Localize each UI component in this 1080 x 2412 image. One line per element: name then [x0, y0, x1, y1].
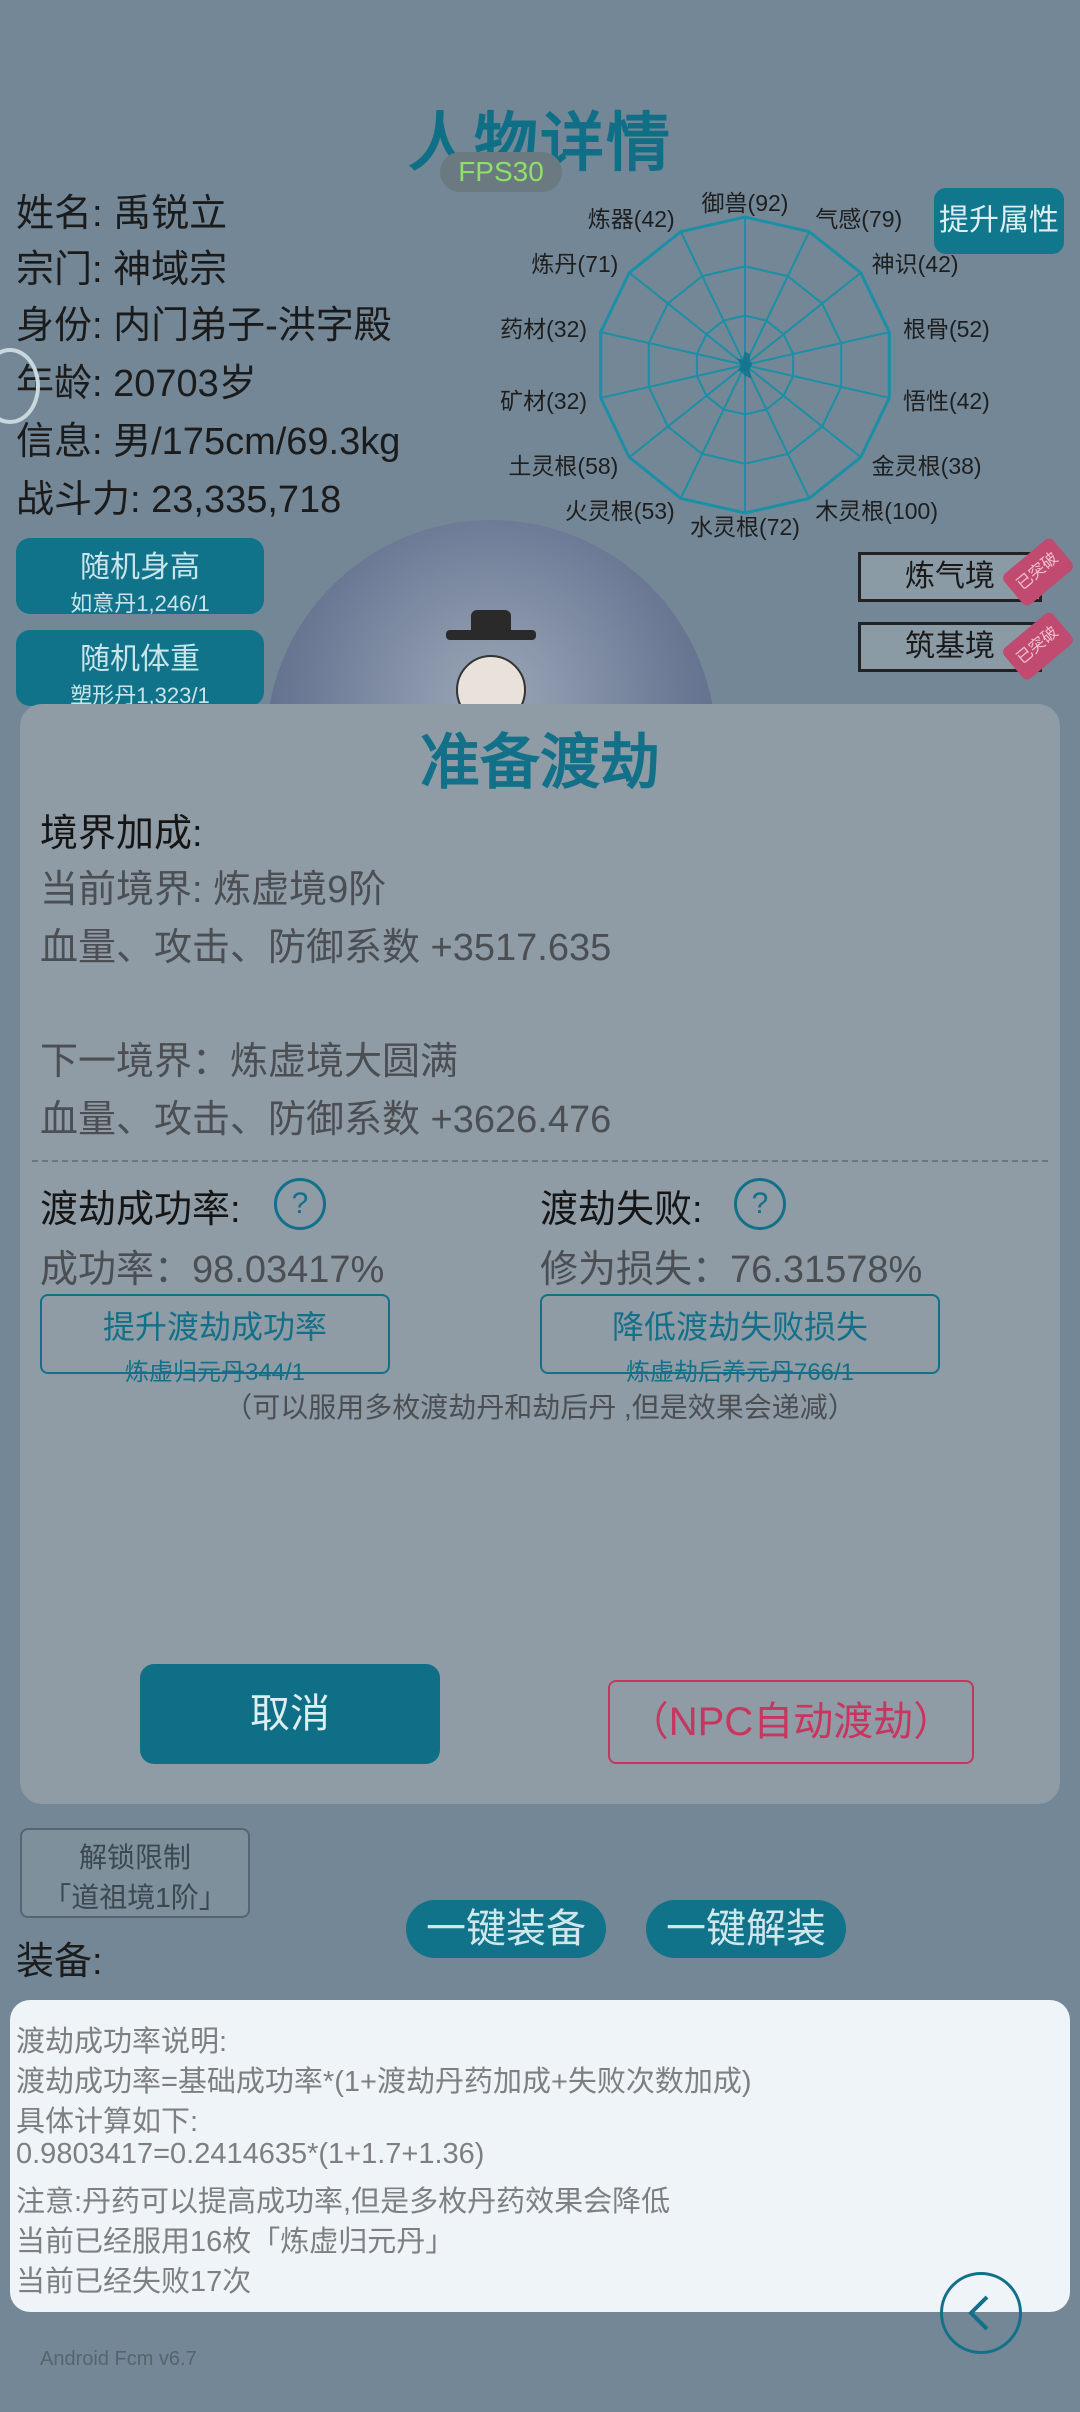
character-name: 姓名: 禹锐立	[16, 193, 228, 235]
radar-axis-label: 根骨(52)	[903, 316, 990, 342]
radar-axis-label: 火灵根(53)	[565, 498, 675, 524]
equip-all-button[interactable]: 一键装备	[406, 1900, 606, 1958]
version-label: Android Fcm v6.7	[40, 2348, 197, 2370]
radar-axis-label: 悟性(42)	[903, 388, 990, 414]
radar-axis-label: 土灵根(58)	[508, 453, 618, 479]
unequip-all-button[interactable]: 一键解装	[646, 1900, 846, 1958]
radar-spoke	[679, 364, 746, 499]
current-realm: 当前境界: 炼虚境9阶	[40, 869, 387, 911]
reduce-loss-button[interactable]: 降低渡劫失败损失 炼虚劫后养元丹766/1	[540, 1294, 940, 1386]
boost-success-label: 提升渡劫成功率	[102, 1309, 327, 1345]
radar-axis-label: 药材(32)	[500, 316, 587, 342]
modal-title: 准备渡劫	[420, 729, 660, 796]
failure-heading: 渡劫失败:	[540, 1189, 703, 1231]
unlock-limit-requirement: 「道祖境1阶」	[43, 1882, 227, 1913]
character-sect: 宗门: 神域宗	[16, 249, 228, 291]
character-age: 年龄: 20703岁	[16, 363, 257, 405]
character-identity: 身份: 内门弟子-洪字殿	[16, 305, 392, 347]
tooltip-line: 当前已经失败17次	[16, 2266, 252, 2298]
unlock-limit-label: 解锁限制	[78, 1842, 191, 1873]
fps-counter: FPS30	[440, 152, 562, 192]
random-height-cost: 如意丹1,246/1	[70, 591, 210, 616]
next-realm: 下一境界：炼虚境大圆满	[40, 1041, 459, 1083]
success-rate-tooltip: 渡劫成功率说明: 渡劫成功率=基础成功率*(1+渡劫丹药加成+失败次数加成) 具…	[10, 2000, 1070, 2312]
reduce-loss-label: 降低渡劫失败损失	[611, 1309, 868, 1345]
attribute-radar-chart: 御兽(92) 气感(79) 神识(42) 根骨(52) 悟性(42) 金灵根(38) 木灵根…	[500, 190, 990, 540]
random-height-label: 随机身高	[80, 551, 200, 584]
realm-bonus-heading: 境界加成:	[40, 813, 203, 855]
boost-success-button[interactable]: 提升渡劫成功率 炼虚归元丹344/1	[40, 1294, 390, 1386]
combat-power: 战斗力: 23,335,718	[16, 479, 342, 521]
random-weight-label: 随机体重	[80, 643, 200, 676]
random-height-button[interactable]: 随机身高 如意丹1,246/1	[16, 538, 264, 616]
next-realm-bonus: 血量、攻击、防御系数 +3626.476	[40, 1099, 612, 1141]
radar-spoke	[744, 231, 811, 366]
failure-loss-value: 修为损失：76.31578%	[540, 1249, 923, 1291]
tooltip-line: 具体计算如下:	[16, 2106, 199, 2138]
tooltip-line: 渡劫成功率说明:	[16, 2026, 228, 2058]
cancel-button[interactable]: 取消	[140, 1664, 440, 1764]
radar-axis-label: 神识(42)	[872, 251, 959, 277]
character-info: 信息: 男/175cm/69.3kg	[16, 421, 401, 463]
radar-axis-label: 木灵根(100)	[815, 498, 938, 524]
section-divider	[32, 1160, 1048, 1162]
radar-axis-label: 水灵根(72)	[690, 514, 800, 540]
back-button[interactable]	[940, 2272, 1022, 2354]
radar-spoke	[679, 231, 746, 366]
npc-auto-tribulation-button[interactable]: （NPC自动渡劫）	[608, 1680, 974, 1764]
tooltip-line: 当前已经服用16枚「炼虚归元丹」	[16, 2226, 455, 2258]
radar-spoke	[744, 364, 811, 499]
radar-axis-label: 炼器(42)	[588, 206, 675, 232]
radar-axis-label: 矿材(32)	[500, 388, 587, 414]
failure-help-icon[interactable]: ?	[734, 1178, 786, 1230]
radar-axis-label: 气感(79)	[815, 206, 902, 232]
tooltip-line: 0.9803417=0.2414635*(1+1.7+1.36)	[16, 2138, 485, 2170]
success-rate-value: 成功率：98.03417%	[40, 1249, 385, 1291]
success-help-icon[interactable]: ?	[274, 1178, 326, 1230]
radar-axis-label: 金灵根(38)	[872, 453, 982, 479]
current-realm-bonus: 血量、攻击、防御系数 +3517.635	[40, 927, 612, 969]
unlock-limit-button[interactable]: 解锁限制 「道祖境1阶」	[20, 1828, 250, 1918]
tooltip-line: 注意:丹药可以提高成功率,但是多枚丹药效果会降低	[16, 2186, 671, 2218]
equipment-heading: 装备:	[16, 1941, 103, 1983]
radar-axis-label: 御兽(92)	[702, 190, 789, 216]
radar-axis-label: 炼丹(71)	[531, 251, 618, 277]
tooltip-line: 渡劫成功率=基础成功率*(1+渡劫丹药加成+失败次数加成)	[16, 2066, 752, 2098]
success-rate-heading: 渡劫成功率:	[40, 1189, 241, 1231]
random-weight-button[interactable]: 随机体重 塑形丹1,323/1	[16, 630, 264, 708]
arrow-left-icon	[968, 2295, 989, 2331]
tribulation-modal: 准备渡劫 境界加成: 当前境界: 炼虚境9阶 血量、攻击、防御系数 +3517.…	[20, 704, 1060, 1804]
pill-note: （可以服用多枚渡劫丹和劫后丹 ,但是效果会递减）	[224, 1392, 856, 1423]
boost-success-cost: 炼虚归元丹344/1	[124, 1359, 306, 1386]
reduce-loss-cost: 炼虚劫后养元丹766/1	[625, 1359, 855, 1386]
